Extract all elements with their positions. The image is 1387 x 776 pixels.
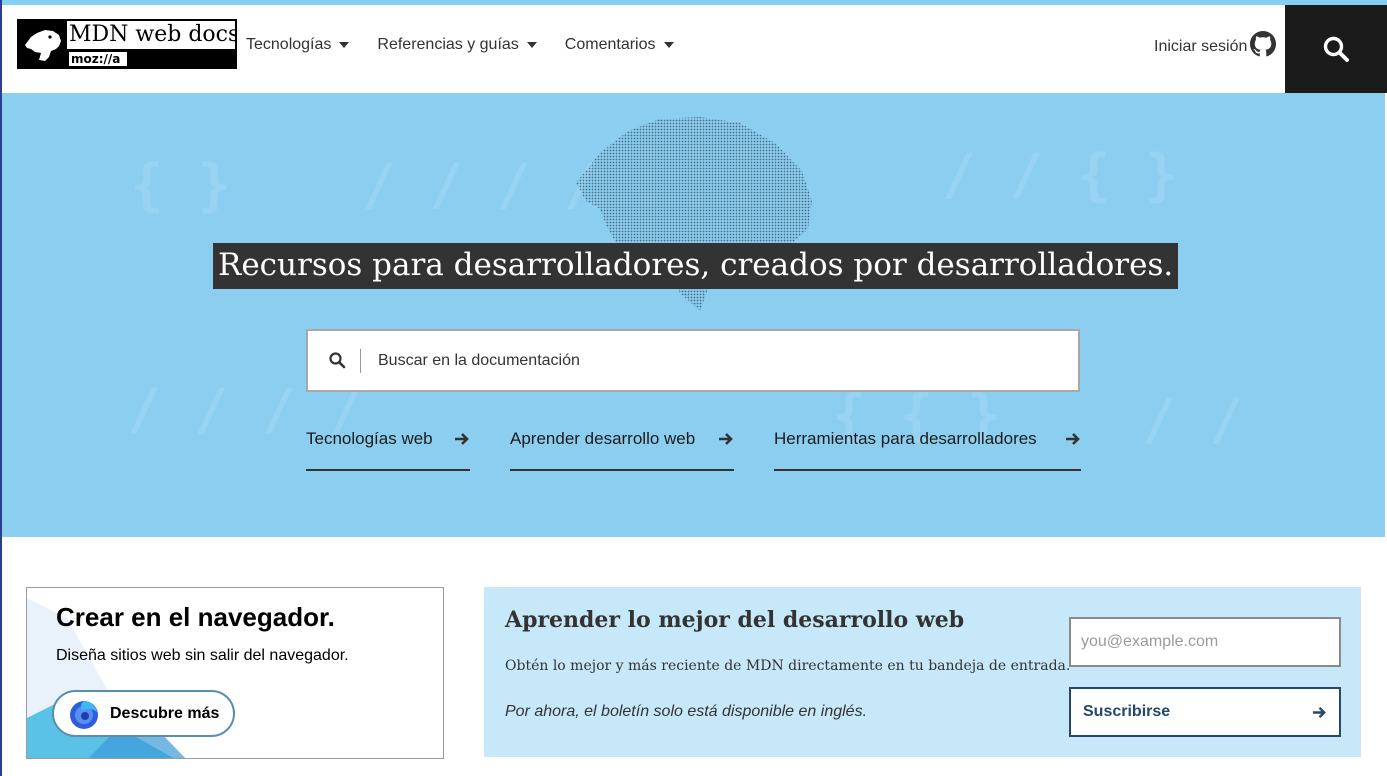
mdn-logo[interactable]: MDN web docs moz://a (17, 19, 237, 69)
hero-link-web-technologies[interactable]: Tecnologías web (306, 429, 470, 471)
login-link[interactable]: Iniciar sesión (1154, 38, 1247, 56)
nav-label: Referencias y guías (377, 36, 519, 53)
hero-search-input[interactable] (378, 331, 1068, 390)
logo-wordmark: MDN web docs (67, 21, 235, 49)
promo-title: Crear en el navegador. (56, 602, 335, 632)
discover-more-button[interactable]: Descubre más (52, 690, 235, 737)
hero-section: { } / / / / / / { } / / / / { { } / / Re… (2, 93, 1385, 537)
newsletter-title: Aprender lo mejor del desarrollo web (505, 607, 965, 633)
mozilla-wordmark: moz://a (69, 52, 127, 66)
firefox-icon (70, 700, 98, 729)
hero-headline: Recursos para desarrolladores, creados p… (213, 243, 1179, 289)
header-search-button[interactable] (1285, 5, 1387, 93)
hero-link-label: Aprender desarrollo web (510, 429, 696, 448)
nav-technologies[interactable]: Tecnologías (246, 36, 350, 54)
hero-search-box (306, 329, 1080, 392)
subscribe-button[interactable]: Suscribirse (1069, 687, 1341, 737)
newsletter-section: Aprender lo mejor del desarrollo web Obt… (484, 587, 1361, 757)
hero-link-learn-web-dev[interactable]: Aprender desarrollo web (510, 429, 734, 471)
caret-down-icon (339, 42, 350, 48)
decorative-slashes-icon: / / (1142, 388, 1244, 453)
newsletter-description: Obtén lo mejor y más reciente de MDN dir… (505, 658, 1071, 674)
nav-references-guides[interactable]: Referencias y guías (377, 36, 537, 54)
github-icon[interactable] (1250, 31, 1276, 57)
promo-card: Crear en el navegador. Diseña sitios web… (26, 587, 444, 759)
nav-label: Comentarios (564, 36, 656, 53)
discover-more-label: Descubre más (110, 704, 220, 722)
nav-feedback[interactable]: Comentarios (565, 36, 674, 54)
hero-link-label: Tecnologías web (306, 429, 433, 448)
decorative-slashes-icon: / / / / (362, 153, 599, 218)
arrow-right-icon (1312, 706, 1326, 718)
subscribe-label: Suscribirse (1083, 703, 1171, 720)
hero-link-dev-tools[interactable]: Herramientas para desarrolladores (774, 429, 1081, 471)
site-header: MDN web docs moz://a Tecnologías Referen… (2, 5, 1387, 93)
main-nav: Tecnologías Referencias y guías Comentar… (246, 36, 702, 54)
caret-down-icon (663, 42, 674, 48)
promo-text: Diseña sitios web sin salir del navegado… (56, 647, 349, 664)
search-icon (329, 352, 346, 369)
email-field[interactable] (1069, 617, 1341, 667)
hero-link-label: Herramientas para desarrolladores (774, 429, 1037, 448)
search-icon (1323, 36, 1349, 62)
caret-down-icon (526, 42, 537, 48)
arrow-right-icon (455, 433, 469, 445)
nav-label: Tecnologías (246, 36, 332, 53)
decorative-slashes-icon: / / { } (942, 143, 1179, 208)
search-divider (360, 349, 361, 373)
decorative-brace-icon: { } (130, 153, 232, 218)
arrow-right-icon (719, 433, 733, 445)
arrow-right-icon (1066, 433, 1080, 445)
newsletter-note: Por ahora, el boletín solo está disponib… (505, 703, 868, 720)
dinosaur-logo-icon (25, 30, 61, 61)
